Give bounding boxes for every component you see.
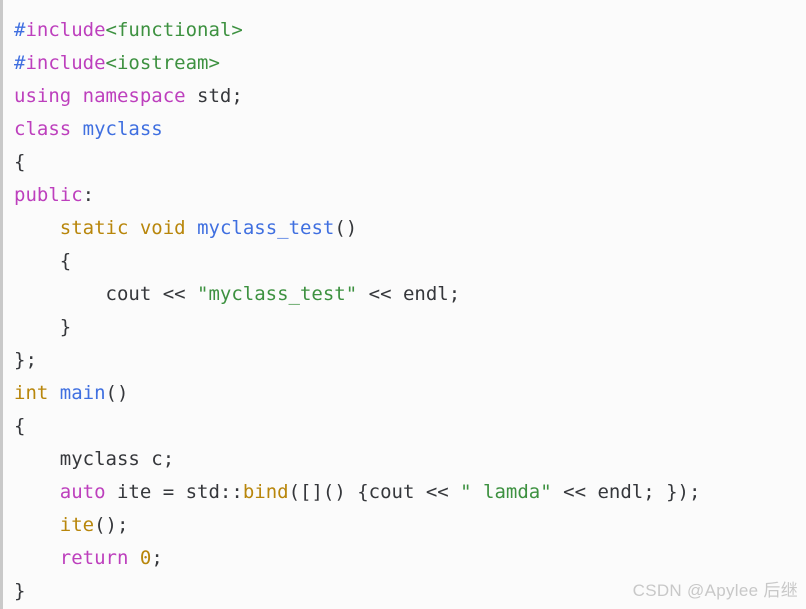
code-token: <iostream> [105, 52, 220, 74]
code-line: cout << "myclass_test" << endl; [14, 278, 806, 311]
code-token: ; [151, 547, 163, 569]
code-line: { [14, 245, 806, 278]
code-token: include [25, 19, 106, 41]
code-token: # [14, 19, 26, 41]
code-token: int [14, 382, 49, 404]
code-token: }; [14, 349, 37, 371]
code-line: #include<functional> [14, 14, 806, 47]
code-token: myclass c; [14, 448, 175, 470]
code-token: return [59, 547, 129, 569]
code-token: } [14, 580, 26, 602]
code-token: class [14, 118, 72, 140]
code-token: using namespace [14, 85, 186, 107]
code-token: { [14, 151, 26, 173]
code-line: #include<iostream> [14, 47, 806, 80]
code-line: using namespace std; [14, 80, 806, 113]
code-token: () [105, 382, 129, 404]
code-token: myclass [82, 118, 163, 140]
code-token: # [14, 52, 26, 74]
code-token: std; [185, 85, 243, 107]
code-token: auto [59, 481, 106, 503]
code-token: { [14, 250, 72, 272]
code-token: : [82, 184, 95, 206]
code-token: public [14, 184, 83, 206]
code-token: () [334, 217, 358, 239]
code-token: myclass_test [197, 217, 335, 239]
code-token: << endl; [357, 283, 461, 305]
code-token: cout << [14, 283, 198, 305]
code-line: }; [14, 344, 806, 377]
code-line: class myclass [14, 113, 806, 146]
code-line: ite(); [14, 509, 806, 542]
code-token: (); [94, 514, 129, 536]
code-token: ite [59, 514, 95, 536]
code-line: auto ite = std::bind([]() {cout << " lam… [14, 476, 806, 509]
code-block[interactable]: #include<functional> #include<iostream> us… [0, 0, 806, 609]
code-line: } [14, 311, 806, 344]
code-token: bind [242, 481, 289, 503]
code-line: myclass c; [14, 443, 806, 476]
code-token: include [25, 52, 106, 74]
code-token: ([]() {cout << [288, 481, 461, 503]
code-token: { [14, 415, 26, 437]
code-token: } [14, 316, 72, 338]
csdn-watermark: CSDN @Apylee 后继 [632, 581, 798, 600]
code-token: << endl; }); [551, 481, 701, 503]
code-line: { [14, 146, 806, 179]
code-token: " lamda" [460, 481, 552, 503]
code-token: "myclass_test" [197, 283, 358, 305]
code-line: static void myclass_test() [14, 212, 806, 245]
code-lines: #include<functional> #include<iostream> us… [14, 14, 806, 608]
code-line: return 0; [14, 542, 806, 575]
code-token: 0 [139, 547, 152, 569]
code-token: <functional> [105, 19, 243, 41]
code-line: { [14, 410, 806, 443]
code-token: ite = std:: [105, 481, 243, 503]
code-line: public: [14, 179, 806, 212]
code-line: int main() [14, 377, 806, 410]
code-token: static void [59, 217, 186, 239]
code-token: main [59, 382, 106, 404]
